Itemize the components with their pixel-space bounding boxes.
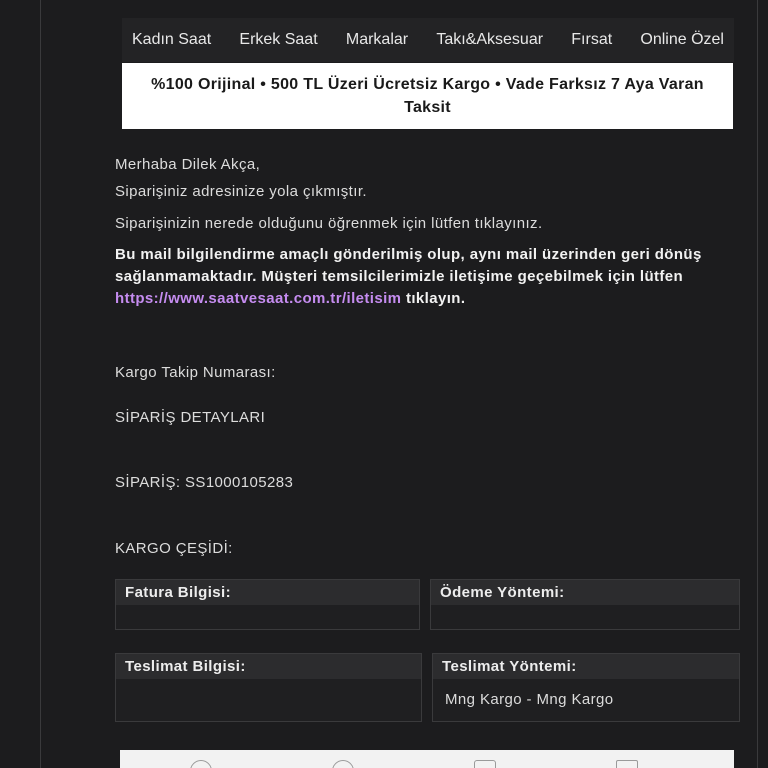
payment-method-header: Ödeme Yöntemi: bbox=[431, 580, 739, 605]
delivery-info-header: Teslimat Bilgisi: bbox=[116, 654, 421, 679]
delivery-method-box: Teslimat Yöntemi: Mng Kargo - Mng Kargo bbox=[432, 653, 740, 722]
footer-icons-strip bbox=[120, 750, 734, 768]
footer-icon-1[interactable] bbox=[190, 760, 212, 768]
billing-info-box: Fatura Bilgisi: bbox=[115, 579, 420, 630]
promo-banner: %100 Orijinal • 500 TL Üzeri Ücretsiz Ka… bbox=[122, 63, 733, 129]
delivery-method-header: Teslimat Yöntemi: bbox=[433, 654, 739, 679]
payment-method-box: Ödeme Yöntemi: bbox=[430, 579, 740, 630]
cargo-type-label: KARGO ÇEŞİDİ: bbox=[115, 540, 233, 557]
notice-text: Bu mail bilgilendirme amaçlı gönderilmiş… bbox=[115, 246, 702, 285]
nav-online-ozel[interactable]: Online Özel bbox=[640, 31, 724, 49]
notice-text-end: tıklayın. bbox=[401, 290, 466, 307]
email-content: Kadın Saat Erkek Saat Markalar Takı&Akse… bbox=[102, 0, 750, 768]
email-page: Kadın Saat Erkek Saat Markalar Takı&Akse… bbox=[0, 0, 768, 768]
order-details-heading: SİPARİŞ DETAYLARI bbox=[115, 409, 266, 426]
nav-taki-aksesuar[interactable]: Takı&Aksesuar bbox=[436, 31, 543, 49]
nav-erkek-saat[interactable]: Erkek Saat bbox=[239, 31, 317, 49]
nav-markalar[interactable]: Markalar bbox=[346, 31, 408, 49]
delivery-info-box: Teslimat Bilgisi: bbox=[115, 653, 422, 722]
footer-icon-2[interactable] bbox=[332, 760, 354, 768]
order-number: SİPARİŞ: SS1000105283 bbox=[115, 474, 294, 491]
billing-info-header: Fatura Bilgisi: bbox=[116, 580, 419, 605]
right-divider bbox=[757, 0, 758, 768]
shipped-text: Siparişiniz adresinize yola çıkmıştır. bbox=[115, 183, 367, 200]
nav-firsat[interactable]: Fırsat bbox=[571, 31, 612, 49]
greeting-text: Merhaba Dilek Akça, bbox=[115, 156, 261, 173]
contact-link[interactable]: https://www.saatvesaat.com.tr/iletisim bbox=[115, 290, 401, 307]
tracking-link-text[interactable]: Siparişinizin nerede olduğunu öğrenmek i… bbox=[115, 215, 735, 232]
footer-icon-3[interactable] bbox=[474, 760, 496, 768]
notice-paragraph: Bu mail bilgilendirme amaçlı gönderilmiş… bbox=[115, 244, 735, 310]
top-navigation: Kadın Saat Erkek Saat Markalar Takı&Akse… bbox=[122, 18, 734, 62]
tracking-number-label: Kargo Takip Numarası: bbox=[115, 364, 276, 381]
footer-icon-4[interactable] bbox=[616, 760, 638, 768]
nav-kadin-saat[interactable]: Kadın Saat bbox=[132, 31, 211, 49]
left-divider bbox=[40, 0, 41, 768]
delivery-method-value: Mng Kargo - Mng Kargo bbox=[445, 691, 614, 708]
